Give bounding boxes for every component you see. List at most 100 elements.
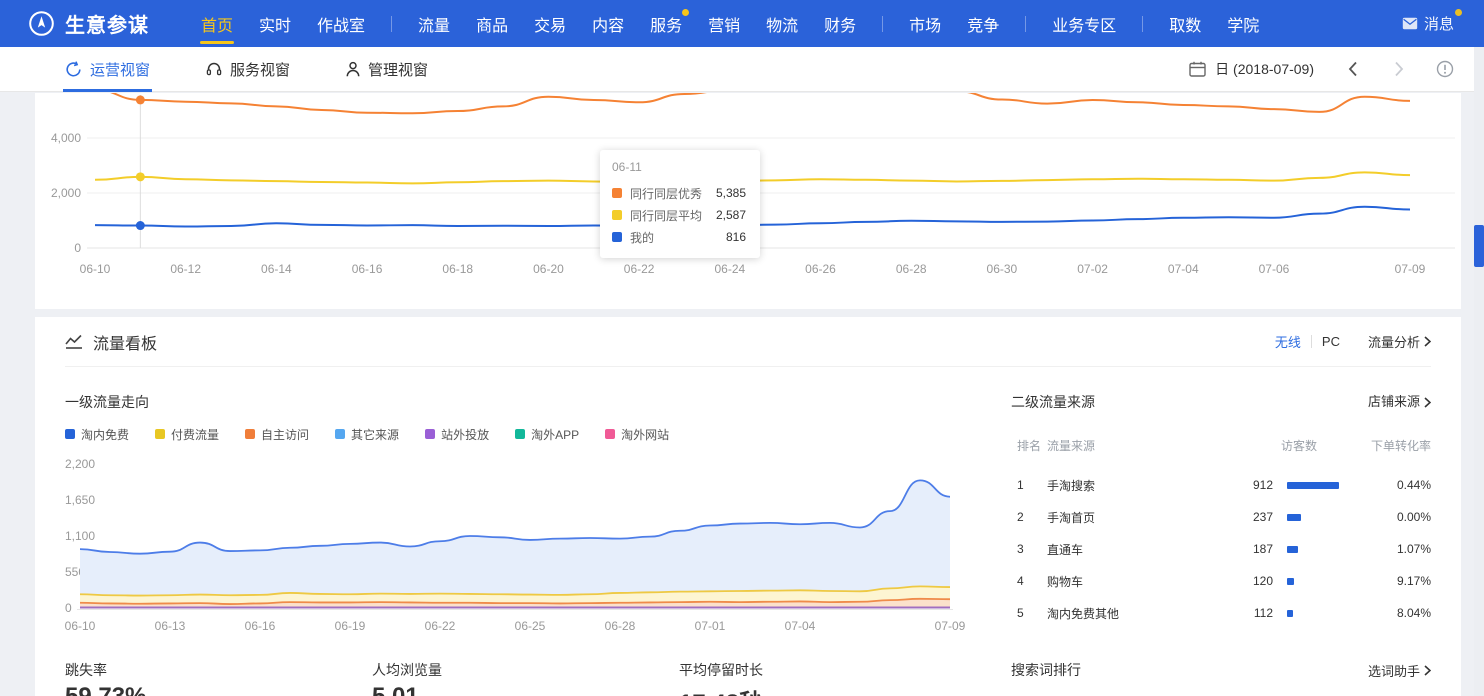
metric-value: 17.48秒 xyxy=(679,683,986,696)
tooltip-series-name: 同行同层平均 xyxy=(630,207,706,224)
svg-text:06-16: 06-16 xyxy=(352,262,383,276)
app-title: 生意参谋 xyxy=(65,9,149,38)
tab-管理视窗[interactable]: 管理视窗 xyxy=(346,47,428,92)
nav-item-财务[interactable]: 财务 xyxy=(824,0,856,47)
conversion-cell: 8.04% xyxy=(1351,606,1431,620)
nav-item-流量[interactable]: 流量 xyxy=(418,0,450,47)
nav-item-首页[interactable]: 首页 xyxy=(201,0,233,47)
nav-item-竞争[interactable]: 竞争 xyxy=(967,0,999,47)
nav-item-取数[interactable]: 取数 xyxy=(1169,0,1201,47)
calendar-icon[interactable] xyxy=(1189,61,1206,77)
prev-date-button[interactable] xyxy=(1348,61,1358,77)
table-row[interactable]: 4购物车1209.17% xyxy=(1011,565,1431,597)
legend-label: 其它来源 xyxy=(351,426,399,443)
traffic-trend-chart[interactable]: 05501,1001,6502,20006-1006-1306-1606-190… xyxy=(65,451,985,641)
nav-item-实时[interactable]: 实时 xyxy=(259,0,291,47)
scrollbar-thumb[interactable] xyxy=(1474,225,1484,267)
svg-text:07-04: 07-04 xyxy=(785,619,816,633)
legend-item-自主访问[interactable]: 自主访问 xyxy=(245,426,309,443)
svg-text:06-22: 06-22 xyxy=(425,619,456,633)
tooltip-swatch xyxy=(612,188,622,198)
visitors-bar xyxy=(1287,578,1294,585)
legend-label: 付费流量 xyxy=(171,426,219,443)
visitors-cell: 187 xyxy=(1217,542,1273,556)
word-helper-link[interactable]: 选词助手 xyxy=(1368,661,1431,680)
kanban-header: 流量看板 无线PC 流量分析 xyxy=(65,317,1431,367)
person-icon xyxy=(346,61,360,77)
metric-人均浏览量: 人均浏览量5.01 xyxy=(372,661,679,696)
nav-item-商品[interactable]: 商品 xyxy=(476,0,508,47)
tooltip-row: 同行同层平均2,587 xyxy=(612,204,746,226)
traffic-source-rows: 1手淘搜索9120.44%2手淘首页2370.00%3直通车1871.07%4购… xyxy=(1011,469,1431,629)
mode-PC[interactable]: PC xyxy=(1312,334,1350,349)
app-logo[interactable]: 生意参谋 xyxy=(28,9,149,38)
secondary-sources-title: 二级流量来源 xyxy=(1011,393,1095,411)
nav-item-交易[interactable]: 交易 xyxy=(534,0,566,47)
legend-label: 自主访问 xyxy=(261,426,309,443)
metric-value: 5.01 xyxy=(372,683,679,696)
table-row[interactable]: 1手淘搜索9120.44% xyxy=(1011,469,1431,501)
tooltip-swatch xyxy=(612,210,622,220)
svg-text:07-09: 07-09 xyxy=(935,619,966,633)
store-source-link[interactable]: 店铺来源 xyxy=(1368,393,1431,411)
column-header: 下单转化率 xyxy=(1351,437,1431,454)
rank-cell: 5 xyxy=(1011,606,1047,620)
nav-divider xyxy=(1142,16,1143,32)
source-name-cell: 手淘搜索 xyxy=(1047,477,1217,494)
nav-item-市场[interactable]: 市场 xyxy=(909,0,941,47)
conversion-cell: 0.00% xyxy=(1351,510,1431,524)
nav-divider xyxy=(882,16,883,32)
table-row[interactable]: 2手淘首页2370.00% xyxy=(1011,501,1431,533)
date-label[interactable]: 日 (2018-07-09) xyxy=(1215,59,1314,79)
view-switcher-bar: 运营视窗 服务视窗 管理视窗 日 (2018-07-09) xyxy=(0,47,1484,92)
chart-legend: 淘内免费 付费流量 自主访问 其它来源 站外投放 淘外APP 淘外网站 xyxy=(65,427,986,441)
tab-label: 管理视窗 xyxy=(368,59,428,80)
legend-item-站外投放[interactable]: 站外投放 xyxy=(425,426,489,443)
legend-item-淘内免费[interactable]: 淘内免费 xyxy=(65,426,129,443)
conversion-cell: 0.44% xyxy=(1351,478,1431,492)
nav-item-物流[interactable]: 物流 xyxy=(766,0,798,47)
legend-label: 淘内免费 xyxy=(81,426,129,443)
traffic-analysis-label: 流量分析 xyxy=(1368,332,1420,351)
mode-无线[interactable]: 无线 xyxy=(1265,332,1311,351)
chevron-right-icon xyxy=(1424,336,1431,347)
svg-text:07-02: 07-02 xyxy=(1077,262,1108,276)
svg-text:07-09: 07-09 xyxy=(1395,262,1426,276)
metric-跳失率: 跳失率59.73% xyxy=(65,661,372,696)
visitors-cell: 912 xyxy=(1217,478,1273,492)
visitors-bar-cell xyxy=(1273,578,1351,585)
date-controls: 日 (2018-07-09) xyxy=(1189,59,1454,79)
legend-item-付费流量[interactable]: 付费流量 xyxy=(155,426,219,443)
svg-text:06-16: 06-16 xyxy=(245,619,276,633)
nav-item-服务[interactable]: 服务 xyxy=(650,0,682,47)
scrollbar-track[interactable] xyxy=(1474,47,1484,696)
nav-divider xyxy=(391,16,392,32)
visitors-cell: 237 xyxy=(1217,510,1273,524)
legend-item-其它来源[interactable]: 其它来源 xyxy=(335,426,399,443)
tab-服务视窗[interactable]: 服务视窗 xyxy=(206,47,290,92)
nav-item-营销[interactable]: 营销 xyxy=(708,0,740,47)
tab-运营视窗[interactable]: 运营视窗 xyxy=(65,47,150,92)
word-helper-label: 选词助手 xyxy=(1368,661,1420,680)
conversion-cell: 9.17% xyxy=(1351,574,1431,588)
table-row[interactable]: 5淘内免费其他1128.04% xyxy=(1011,597,1431,629)
nav-item-作战室[interactable]: 作战室 xyxy=(317,0,365,47)
table-row[interactable]: 3直通车1871.07% xyxy=(1011,533,1431,565)
legend-item-淘外网站[interactable]: 淘外网站 xyxy=(605,426,669,443)
primary-traffic-panel: 一级流量走向 淘内免费付费流量自主访问其它来源站外投放淘外APP淘外网站 055… xyxy=(65,393,986,641)
next-date-button[interactable] xyxy=(1394,61,1404,77)
nav-item-内容[interactable]: 内容 xyxy=(592,0,624,47)
nav-item-messages[interactable]: 消息 xyxy=(1402,13,1454,34)
legend-item-淘外APP[interactable]: 淘外APP xyxy=(515,426,579,443)
info-icon[interactable] xyxy=(1436,60,1454,78)
metric-label: 跳失率 xyxy=(65,661,372,679)
svg-text:06-10: 06-10 xyxy=(65,619,96,633)
tooltip-series-value: 816 xyxy=(726,230,746,244)
section-title: 流量看板 xyxy=(93,330,157,354)
nav-item-业务专区[interactable]: 业务专区 xyxy=(1052,0,1116,47)
traffic-analysis-link[interactable]: 流量分析 xyxy=(1368,332,1431,351)
svg-text:06-20: 06-20 xyxy=(533,262,564,276)
nav-item-学院[interactable]: 学院 xyxy=(1227,0,1259,47)
legend-swatch xyxy=(65,429,75,439)
visitors-cell: 112 xyxy=(1217,606,1273,620)
